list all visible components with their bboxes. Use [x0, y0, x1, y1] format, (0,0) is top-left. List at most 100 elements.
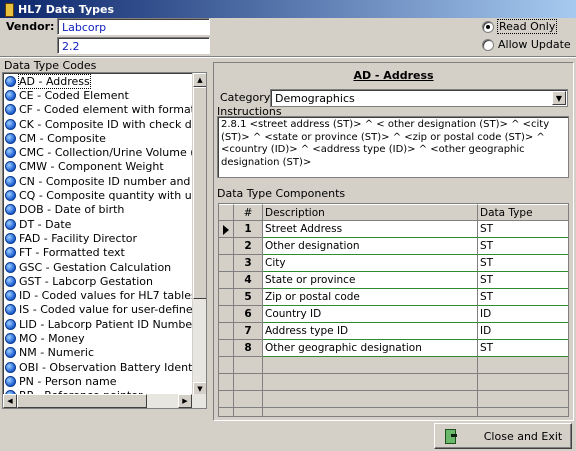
row-selector[interactable]	[219, 408, 234, 416]
vendor-name-field[interactable]: Labcorp	[57, 18, 210, 35]
allow-update-radio[interactable]	[482, 38, 494, 51]
codes-horizontal-scrollbar[interactable]: ◀ ▶	[3, 394, 206, 408]
empty-cell	[234, 374, 263, 391]
list-item-label: CE - Coded Element	[19, 88, 129, 102]
read-only-option[interactable]: Read Only	[482, 19, 558, 34]
list-item[interactable]: CMC - Collection/Urine Volume (quantity/…	[3, 145, 194, 159]
scroll-left-icon[interactable]: ◀	[3, 394, 17, 408]
codes-vertical-scrollbar[interactable]: ▲ ▼	[192, 73, 206, 396]
row-data-type[interactable]: ST	[478, 340, 568, 357]
row-selector[interactable]	[219, 255, 234, 272]
row-selector[interactable]	[219, 323, 234, 340]
instructions-text[interactable]: 2.8.1 <street address (ST)> ^ < other de…	[217, 116, 569, 178]
table-row[interactable]: 4 State or province ST	[219, 272, 568, 289]
row-description[interactable]: State or province	[263, 272, 478, 289]
row-selector[interactable]	[219, 272, 234, 289]
detail-panel: AD - Address Category: Demographics ▼ In…	[213, 62, 574, 421]
row-selector[interactable]	[219, 357, 234, 374]
row-data-type[interactable]: ST	[478, 289, 568, 306]
table-row[interactable]: 2 Other designation ST	[219, 238, 568, 255]
list-item[interactable]: GSC - Gestation Calculation	[3, 260, 194, 274]
list-item[interactable]: CF - Coded element with formatted values	[3, 103, 194, 117]
scroll-up-icon[interactable]: ▲	[193, 73, 206, 87]
list-item-label: PN - Person name	[19, 374, 117, 388]
header-description[interactable]: Description	[263, 204, 478, 221]
allow-update-option[interactable]: Allow Update	[482, 38, 571, 51]
list-item[interactable]: CMW - Component Weight	[3, 160, 194, 174]
row-selector[interactable]	[219, 289, 234, 306]
list-item[interactable]: OBI - Observation Battery Identifier	[3, 360, 194, 374]
table-row[interactable]: 3 City ST	[219, 255, 568, 272]
components-grid[interactable]: # Description Data Type 1 Street Address S…	[218, 203, 569, 417]
row-selector[interactable]	[219, 238, 234, 255]
title-bar[interactable]: HL7 Data Types	[0, 0, 576, 18]
row-description[interactable]: Other designation	[263, 238, 478, 255]
grid-corner	[219, 204, 234, 221]
list-item[interactable]: CM - Composite	[3, 131, 194, 145]
table-row[interactable]: 1 Street Address ST	[219, 221, 568, 238]
codes-label: Data Type Codes	[4, 59, 97, 72]
list-item[interactable]: CK - Composite ID with check digit	[3, 117, 194, 131]
list-item[interactable]: NM - Numeric	[3, 346, 194, 360]
list-item[interactable]: CQ - Composite quantity with units	[3, 188, 194, 202]
table-row[interactable]: 8 Other geographic designation ST	[219, 340, 568, 357]
row-description[interactable]: Address type ID	[263, 323, 478, 340]
header-data-type[interactable]: Data Type	[478, 204, 568, 221]
vendor-version-field[interactable]: 2.2	[57, 37, 210, 54]
list-item[interactable]: AD - Address	[3, 74, 194, 89]
category-value: Demographics	[275, 92, 355, 105]
list-item-label: CN - Composite ID number and name	[19, 174, 194, 188]
list-item-label: FAD - Facility Director	[19, 231, 138, 245]
row-number: 5	[234, 289, 263, 306]
row-data-type[interactable]: ST	[478, 238, 568, 255]
table-row[interactable]: 7 Address type ID ID	[219, 323, 568, 340]
row-data-type[interactable]: ID	[478, 323, 568, 340]
list-item[interactable]: ID - Coded values for HL7 tables	[3, 288, 194, 302]
row-data-type[interactable]: ST	[478, 255, 568, 272]
header-num[interactable]: #	[234, 204, 263, 221]
category-select[interactable]: Demographics ▼	[270, 89, 568, 107]
row-selector[interactable]	[219, 306, 234, 323]
row-data-type[interactable]: ST	[478, 221, 568, 238]
list-item[interactable]: DT - Date	[3, 217, 194, 231]
list-item[interactable]: CE - Coded Element	[3, 88, 194, 102]
codes-hscroll-thumb[interactable]	[17, 394, 147, 408]
row-description[interactable]: Country ID	[263, 306, 478, 323]
row-data-type[interactable]: ID	[478, 306, 568, 323]
row-description[interactable]: Zip or postal code	[263, 289, 478, 306]
row-description[interactable]: City	[263, 255, 478, 272]
empty-row	[219, 408, 568, 416]
components-label: Data Type Components	[217, 187, 346, 200]
window-title: HL7 Data Types	[18, 2, 115, 16]
row-data-type[interactable]: ST	[478, 272, 568, 289]
list-item-label: MO - Money	[19, 331, 85, 345]
table-row[interactable]: 6 Country ID ID	[219, 306, 568, 323]
data-type-codes-list[interactable]: AD - Address CE - Coded Element CF - Coded…	[2, 72, 207, 409]
read-only-radio[interactable]	[482, 20, 494, 33]
row-selector[interactable]	[219, 340, 234, 357]
row-selector[interactable]	[219, 221, 234, 238]
category-label: Category:	[220, 91, 274, 104]
list-item[interactable]: DOB - Date of birth	[3, 203, 194, 217]
list-item[interactable]: PN - Person name	[3, 374, 194, 388]
row-selector[interactable]	[219, 374, 234, 391]
row-number: 7	[234, 323, 263, 340]
list-item[interactable]: MO - Money	[3, 331, 194, 345]
list-item[interactable]: FAD - Facility Director	[3, 231, 194, 245]
list-item[interactable]: GST - Labcorp Gestation	[3, 274, 194, 288]
list-item[interactable]: IS - Coded value for user-defined tables	[3, 303, 194, 317]
list-item[interactable]: FT - Formatted text	[3, 246, 194, 260]
chevron-down-icon[interactable]: ▼	[552, 91, 566, 105]
row-selector[interactable]	[219, 391, 234, 408]
scroll-right-icon[interactable]: ▶	[178, 394, 192, 408]
row-description[interactable]: Other geographic designation	[263, 340, 478, 357]
globe-icon	[5, 190, 16, 202]
row-description[interactable]: Street Address	[263, 221, 478, 238]
list-item[interactable]: LID - Labcorp Patient ID Number	[3, 317, 194, 331]
table-row[interactable]: 5 Zip or postal code ST	[219, 289, 568, 306]
codes-scroll-thumb[interactable]	[193, 87, 206, 299]
close-and-exit-button[interactable]: Close and Exit	[434, 423, 572, 449]
list-item[interactable]: CN - Composite ID number and name	[3, 174, 194, 188]
row-number: 2	[234, 238, 263, 255]
globe-icon	[5, 89, 16, 101]
